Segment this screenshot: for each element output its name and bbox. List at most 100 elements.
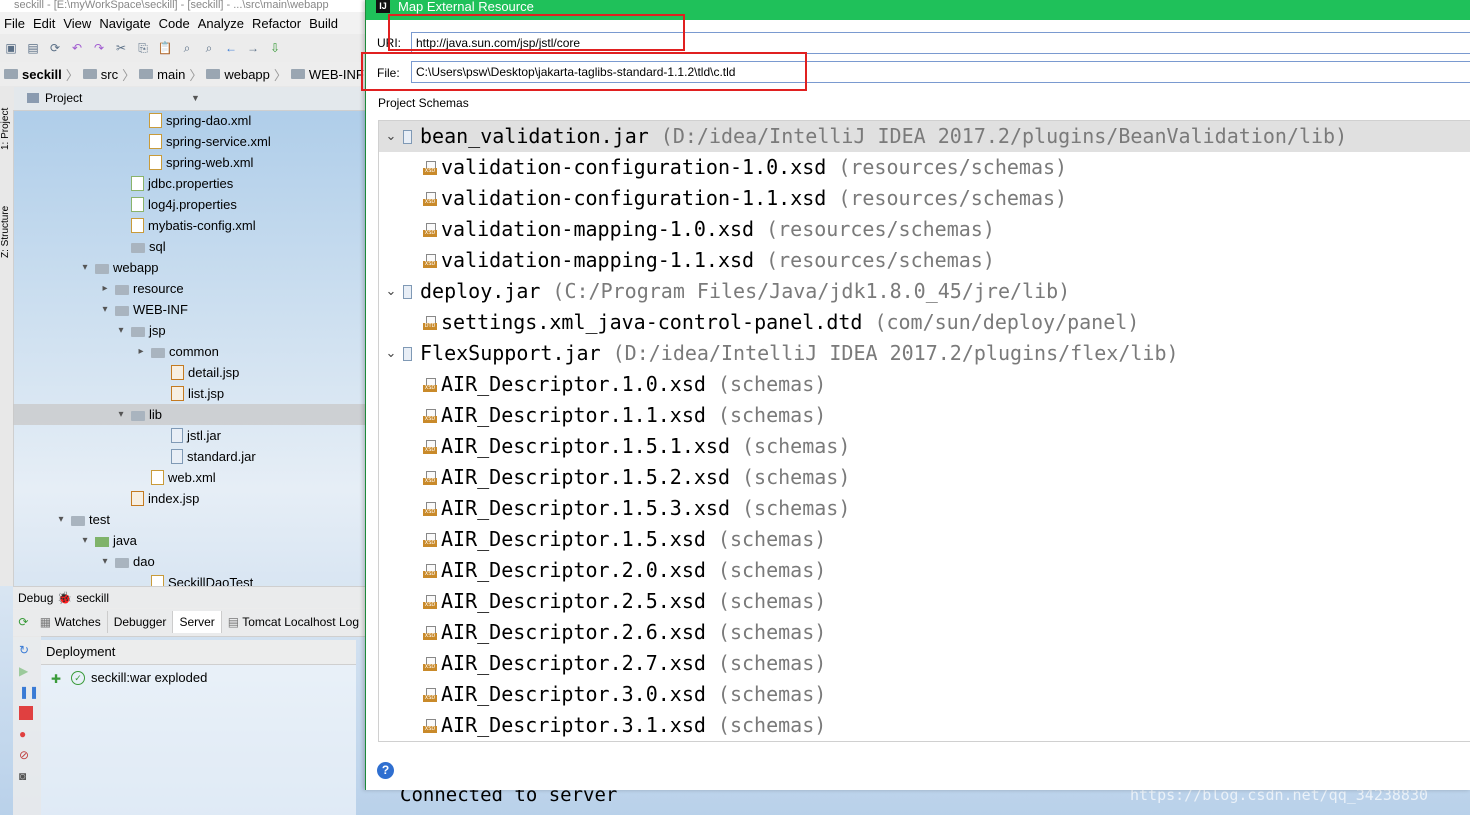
menu-analyze[interactable]: Analyze (198, 16, 244, 31)
chevron-down-icon[interactable]: ▾ (79, 257, 91, 278)
schema-file-node[interactable]: xsd AIR_Descriptor.2.0.xsd (schemas) (379, 555, 1470, 586)
tree-item[interactable]: mybatis-config.xml (13, 215, 366, 236)
chevron-right-icon[interactable]: ▸ (99, 278, 111, 299)
tree-item[interactable]: list.jsp (13, 383, 366, 404)
schema-file-node[interactable]: xsd validation-configuration-1.1.xsd (reso… (379, 183, 1470, 214)
save-all-icon[interactable]: ▤ (25, 40, 41, 56)
schema-jar-node[interactable]: ⌄ FlexSupport.jar (D:/idea/IntelliJ IDEA 2… (379, 338, 1470, 369)
tree-item[interactable]: web.xml (13, 467, 366, 488)
tab-debugger[interactable]: Debugger (108, 611, 174, 633)
sync-icon[interactable]: ⟳ (47, 40, 63, 56)
tree-item[interactable]: jstl.jar (13, 425, 366, 446)
chevron-down-icon[interactable]: ▼ (191, 93, 200, 103)
tree-item[interactable]: SeckillDaoTest (13, 572, 366, 586)
schema-file-node[interactable]: xsd AIR_Descriptor.1.1.xsd (schemas) (379, 400, 1470, 431)
schema-file-node[interactable]: xsd AIR_Descriptor.3.1.xsd (schemas) (379, 710, 1470, 741)
help-button[interactable]: ? (377, 762, 394, 779)
tree-item[interactable]: ▾ test (13, 509, 366, 530)
chevron-down-icon[interactable]: ▾ (55, 509, 67, 530)
schema-file-node[interactable]: dtd settings.xml_java-control-panel.dtd (c… (379, 307, 1470, 338)
schema-file-node[interactable]: xsd AIR_Descriptor.1.5.2.xsd (schemas) (379, 462, 1470, 493)
tab-watches[interactable]: ▦ Watches (34, 611, 108, 633)
project-tool-button[interactable]: 1: Project (0, 90, 13, 150)
schema-file-node[interactable]: xsd AIR_Descriptor.1.5.xsd (schemas) (379, 524, 1470, 555)
breadcrumb-item[interactable]: webapp (202, 67, 274, 82)
breadcrumb-item[interactable]: src (79, 67, 122, 82)
tree-item[interactable]: ▾ webapp (13, 257, 366, 278)
chevron-down-icon[interactable]: ⌄ (383, 276, 399, 307)
tree-item[interactable]: log4j.properties (13, 194, 366, 215)
camera-icon[interactable]: ◙ (19, 769, 33, 783)
tree-item[interactable]: spring-dao.xml (13, 110, 366, 131)
schema-file-node[interactable]: xsd AIR_Descriptor.1.5.3.xsd (schemas) (379, 493, 1470, 524)
undo-icon[interactable]: ↶ (69, 40, 85, 56)
menu-build[interactable]: Build (309, 16, 338, 31)
chevron-down-icon[interactable]: ▾ (115, 320, 127, 341)
breadcrumb-item[interactable]: WEB-INF (287, 67, 366, 82)
tree-item[interactable]: ▾ jsp (13, 320, 366, 341)
schema-file-node[interactable]: xsd AIR_Descriptor.3.0.xsd (schemas) (379, 679, 1470, 710)
paste-icon[interactable]: 📋 (157, 40, 173, 56)
menu-code[interactable]: Code (159, 16, 190, 31)
build-icon[interactable]: ⇩ (267, 40, 283, 56)
schema-file-node[interactable]: xsd AIR_Descriptor.2.6.xsd (schemas) (379, 617, 1470, 648)
resume-icon[interactable]: ▶ (19, 664, 33, 678)
structure-tool-button[interactable]: Z: Structure (0, 178, 13, 258)
tree-item[interactable]: ▾ dao (13, 551, 366, 572)
cut-icon[interactable]: ✂ (113, 40, 129, 56)
schema-jar-node[interactable]: ⌄ bean_validation.jar (D:/idea/IntelliJ ID… (379, 121, 1470, 152)
menu-edit[interactable]: Edit (33, 16, 55, 31)
schema-file-node[interactable]: xsd validation-mapping-1.1.xsd (resources/… (379, 245, 1470, 276)
schema-file-node[interactable]: xsd AIR_Descriptor.1.0.xsd (schemas) (379, 369, 1470, 400)
tree-item[interactable]: index.jsp (13, 488, 366, 509)
chevron-down-icon[interactable]: ▾ (115, 404, 127, 425)
schema-file-node[interactable]: xsd validation-configuration-1.0.xsd (reso… (379, 152, 1470, 183)
uri-input[interactable] (411, 32, 1470, 54)
deployment-item[interactable]: ✓ seckill:war exploded (71, 670, 207, 685)
forward-icon[interactable]: → (245, 40, 261, 56)
schema-file-node[interactable]: xsd AIR_Descriptor.1.5.1.xsd (schemas) (379, 431, 1470, 462)
tree-item[interactable]: jdbc.properties (13, 173, 366, 194)
tree-item[interactable]: ▸ resource (13, 278, 366, 299)
schema-file-node[interactable]: xsd AIR_Descriptor.2.5.xsd (schemas) (379, 586, 1470, 617)
chevron-right-icon[interactable]: ▸ (135, 341, 147, 362)
breadcrumb-item[interactable]: seckill (0, 67, 66, 82)
rerun-icon[interactable]: ⟳ (13, 615, 34, 629)
chevron-down-icon[interactable]: ⌄ (383, 121, 399, 152)
pause-icon[interactable]: ❚❚ (19, 685, 39, 699)
tree-item[interactable]: sql (13, 236, 366, 257)
back-icon[interactable]: ← (223, 40, 239, 56)
schema-file-node[interactable]: xsd AIR_Descriptor.2.7.xsd (schemas) (379, 648, 1470, 679)
tree-item[interactable]: ▾ lib (13, 404, 366, 425)
menu-navigate[interactable]: Navigate (99, 16, 150, 31)
tree-item[interactable]: spring-service.xml (13, 131, 366, 152)
tree-item[interactable]: standard.jar (13, 446, 366, 467)
menu-file[interactable]: File (4, 16, 25, 31)
dialog-titlebar[interactable]: IJ Map External Resource (366, 0, 1470, 20)
tree-item[interactable]: spring-web.xml (13, 152, 366, 173)
find-icon[interactable]: ⌕ (179, 40, 195, 56)
chevron-down-icon[interactable]: ▾ (99, 299, 111, 320)
file-input[interactable] (411, 61, 1470, 83)
schema-jar-node[interactable]: ⌄ deploy.jar (C:/Program Files/Java/jdk1.8… (379, 276, 1470, 307)
chevron-down-icon[interactable]: ⌄ (383, 338, 399, 369)
redo-icon[interactable]: ↷ (91, 40, 107, 56)
debug-config-name[interactable]: seckill (76, 591, 109, 605)
copy-icon[interactable]: ⎘ (135, 40, 151, 56)
deploy-action-icon[interactable]: ✚ (51, 672, 61, 686)
replace-icon[interactable]: ⌕ (201, 40, 217, 56)
mute-breakpoints-icon[interactable]: ⊘ (19, 748, 33, 762)
chevron-down-icon[interactable]: ▾ (79, 530, 91, 551)
tree-item[interactable]: ▾ java (13, 530, 366, 551)
tab-tomcat-localhost-log[interactable]: ▤ Tomcat Localhost Log (222, 611, 366, 633)
tree-item[interactable]: ▸ common (13, 341, 366, 362)
project-panel-title[interactable]: Project (45, 91, 82, 105)
schema-file-node[interactable]: xsd validation-mapping-1.0.xsd (resources/… (379, 214, 1470, 245)
stop-icon[interactable] (19, 706, 33, 720)
tree-item[interactable]: ▾ WEB-INF (13, 299, 366, 320)
save-icon[interactable]: ▣ (3, 40, 19, 56)
chevron-down-icon[interactable]: ▾ (99, 551, 111, 572)
view-breakpoints-icon[interactable]: ● (19, 727, 33, 741)
breadcrumb-item[interactable]: main (135, 67, 189, 82)
tree-item[interactable]: detail.jsp (13, 362, 366, 383)
